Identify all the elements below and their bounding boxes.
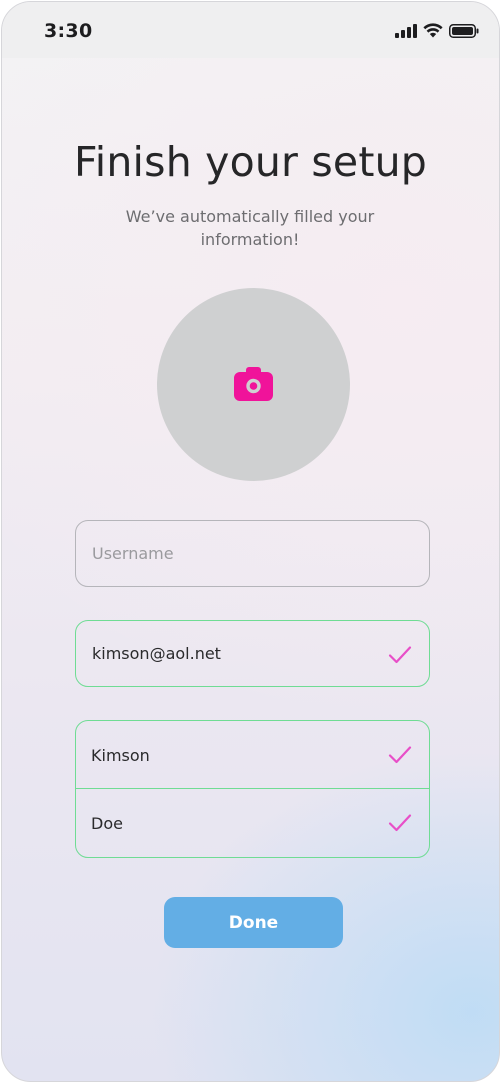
page-title: Finish your setup: [73, 138, 428, 186]
email-valid-check-icon: [388, 646, 412, 664]
first-name-input[interactable]: [76, 721, 429, 789]
username-input[interactable]: [76, 521, 429, 586]
camera-icon: [234, 367, 273, 401]
email-field: [75, 620, 430, 687]
username-field: [75, 520, 430, 587]
first-name-field: [76, 721, 429, 789]
email-input[interactable]: [76, 621, 429, 686]
cellular-signal-icon: [395, 23, 417, 38]
status-time: 3:30: [44, 20, 93, 42]
battery-icon: [449, 23, 479, 38]
status-bar: 3:30: [2, 2, 499, 58]
done-button[interactable]: Done: [164, 897, 343, 948]
page-subtitle: We’ve automatically filled your informat…: [125, 207, 375, 249]
phone-screen: 3:30 Finish your setup We’ve automatical…: [1, 1, 500, 1082]
last-name-field: [76, 789, 429, 857]
last-name-input[interactable]: [76, 789, 429, 857]
profile-photo-picker[interactable]: [157, 288, 350, 481]
first-name-valid-check-icon: [388, 746, 412, 764]
last-name-valid-check-icon: [388, 814, 412, 832]
status-icons: [395, 23, 479, 38]
name-fields-group: [75, 720, 430, 858]
wifi-icon: [423, 23, 443, 38]
